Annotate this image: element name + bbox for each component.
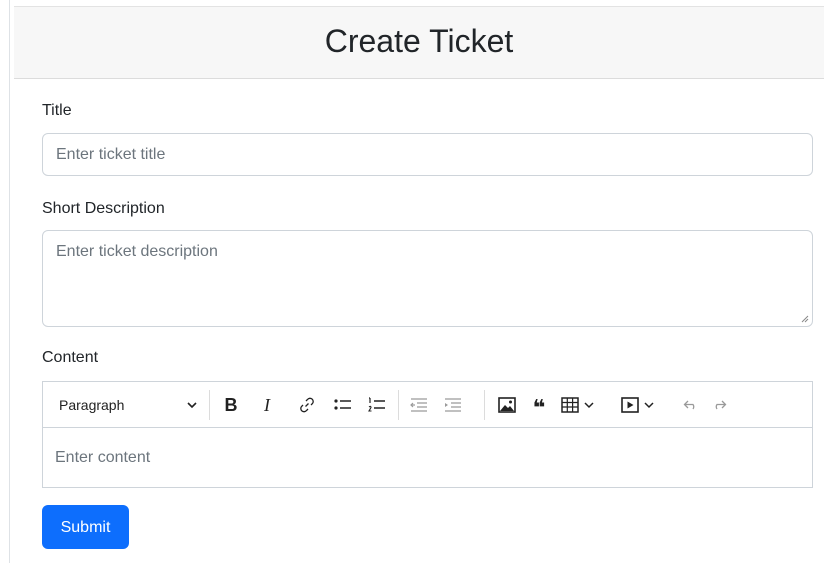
title-label: Title xyxy=(42,102,72,119)
bold-button[interactable]: B xyxy=(219,393,243,417)
link-button[interactable] xyxy=(295,393,319,417)
italic-button[interactable]: I xyxy=(255,393,279,417)
indent-button[interactable] xyxy=(441,393,465,417)
chevron-down-icon xyxy=(187,402,197,409)
numbered-list-button[interactable] xyxy=(365,393,389,417)
toolbar-divider xyxy=(484,390,485,420)
redo-icon xyxy=(715,400,727,410)
submit-button[interactable]: Submit xyxy=(42,505,129,549)
blockquote-icon: ❝ xyxy=(532,395,546,420)
content-placeholder: Enter content xyxy=(55,449,151,466)
heading-dropdown[interactable]: Paragraph xyxy=(53,393,201,417)
editor-toolbar: Paragraph B I ❝ xyxy=(43,382,812,428)
indent-icon xyxy=(445,398,461,412)
media-icon xyxy=(621,397,639,413)
undo-icon xyxy=(683,400,695,410)
table-icon xyxy=(561,397,579,413)
heading-dropdown-value: Paragraph xyxy=(59,397,125,413)
editor-content-area[interactable]: Enter content xyxy=(43,428,812,487)
bulleted-list-button[interactable] xyxy=(331,393,355,417)
description-textarea[interactable]: Enter ticket description xyxy=(42,230,813,327)
chevron-down-icon xyxy=(584,402,594,409)
table-button[interactable] xyxy=(561,393,601,417)
redo-button[interactable] xyxy=(707,393,731,417)
content-label: Content xyxy=(42,349,99,366)
title-input[interactable]: Enter ticket title xyxy=(42,133,813,176)
toolbar-divider xyxy=(209,390,210,420)
undo-button[interactable] xyxy=(679,393,703,417)
numbered-list-icon xyxy=(368,397,385,412)
italic-icon: I xyxy=(264,394,270,415)
card-header: Create Ticket xyxy=(14,6,824,79)
media-button[interactable] xyxy=(621,393,661,417)
outdent-icon xyxy=(410,398,427,412)
page-title: Create Ticket xyxy=(324,23,514,59)
description-placeholder: Enter ticket description xyxy=(56,243,218,260)
blockquote-button[interactable]: ❝ xyxy=(527,393,551,420)
image-icon xyxy=(498,397,516,413)
bulleted-list-icon xyxy=(334,399,351,410)
description-label: Short Description xyxy=(42,200,165,217)
image-button[interactable] xyxy=(495,393,519,417)
outdent-button[interactable] xyxy=(407,393,431,417)
bold-icon: B xyxy=(224,394,238,415)
link-icon xyxy=(300,397,314,413)
toolbar-divider xyxy=(398,390,399,420)
chevron-down-icon xyxy=(644,402,654,409)
resize-grip-icon[interactable] xyxy=(801,315,809,323)
rich-text-editor: Paragraph B I ❝ Enter content xyxy=(42,381,813,488)
